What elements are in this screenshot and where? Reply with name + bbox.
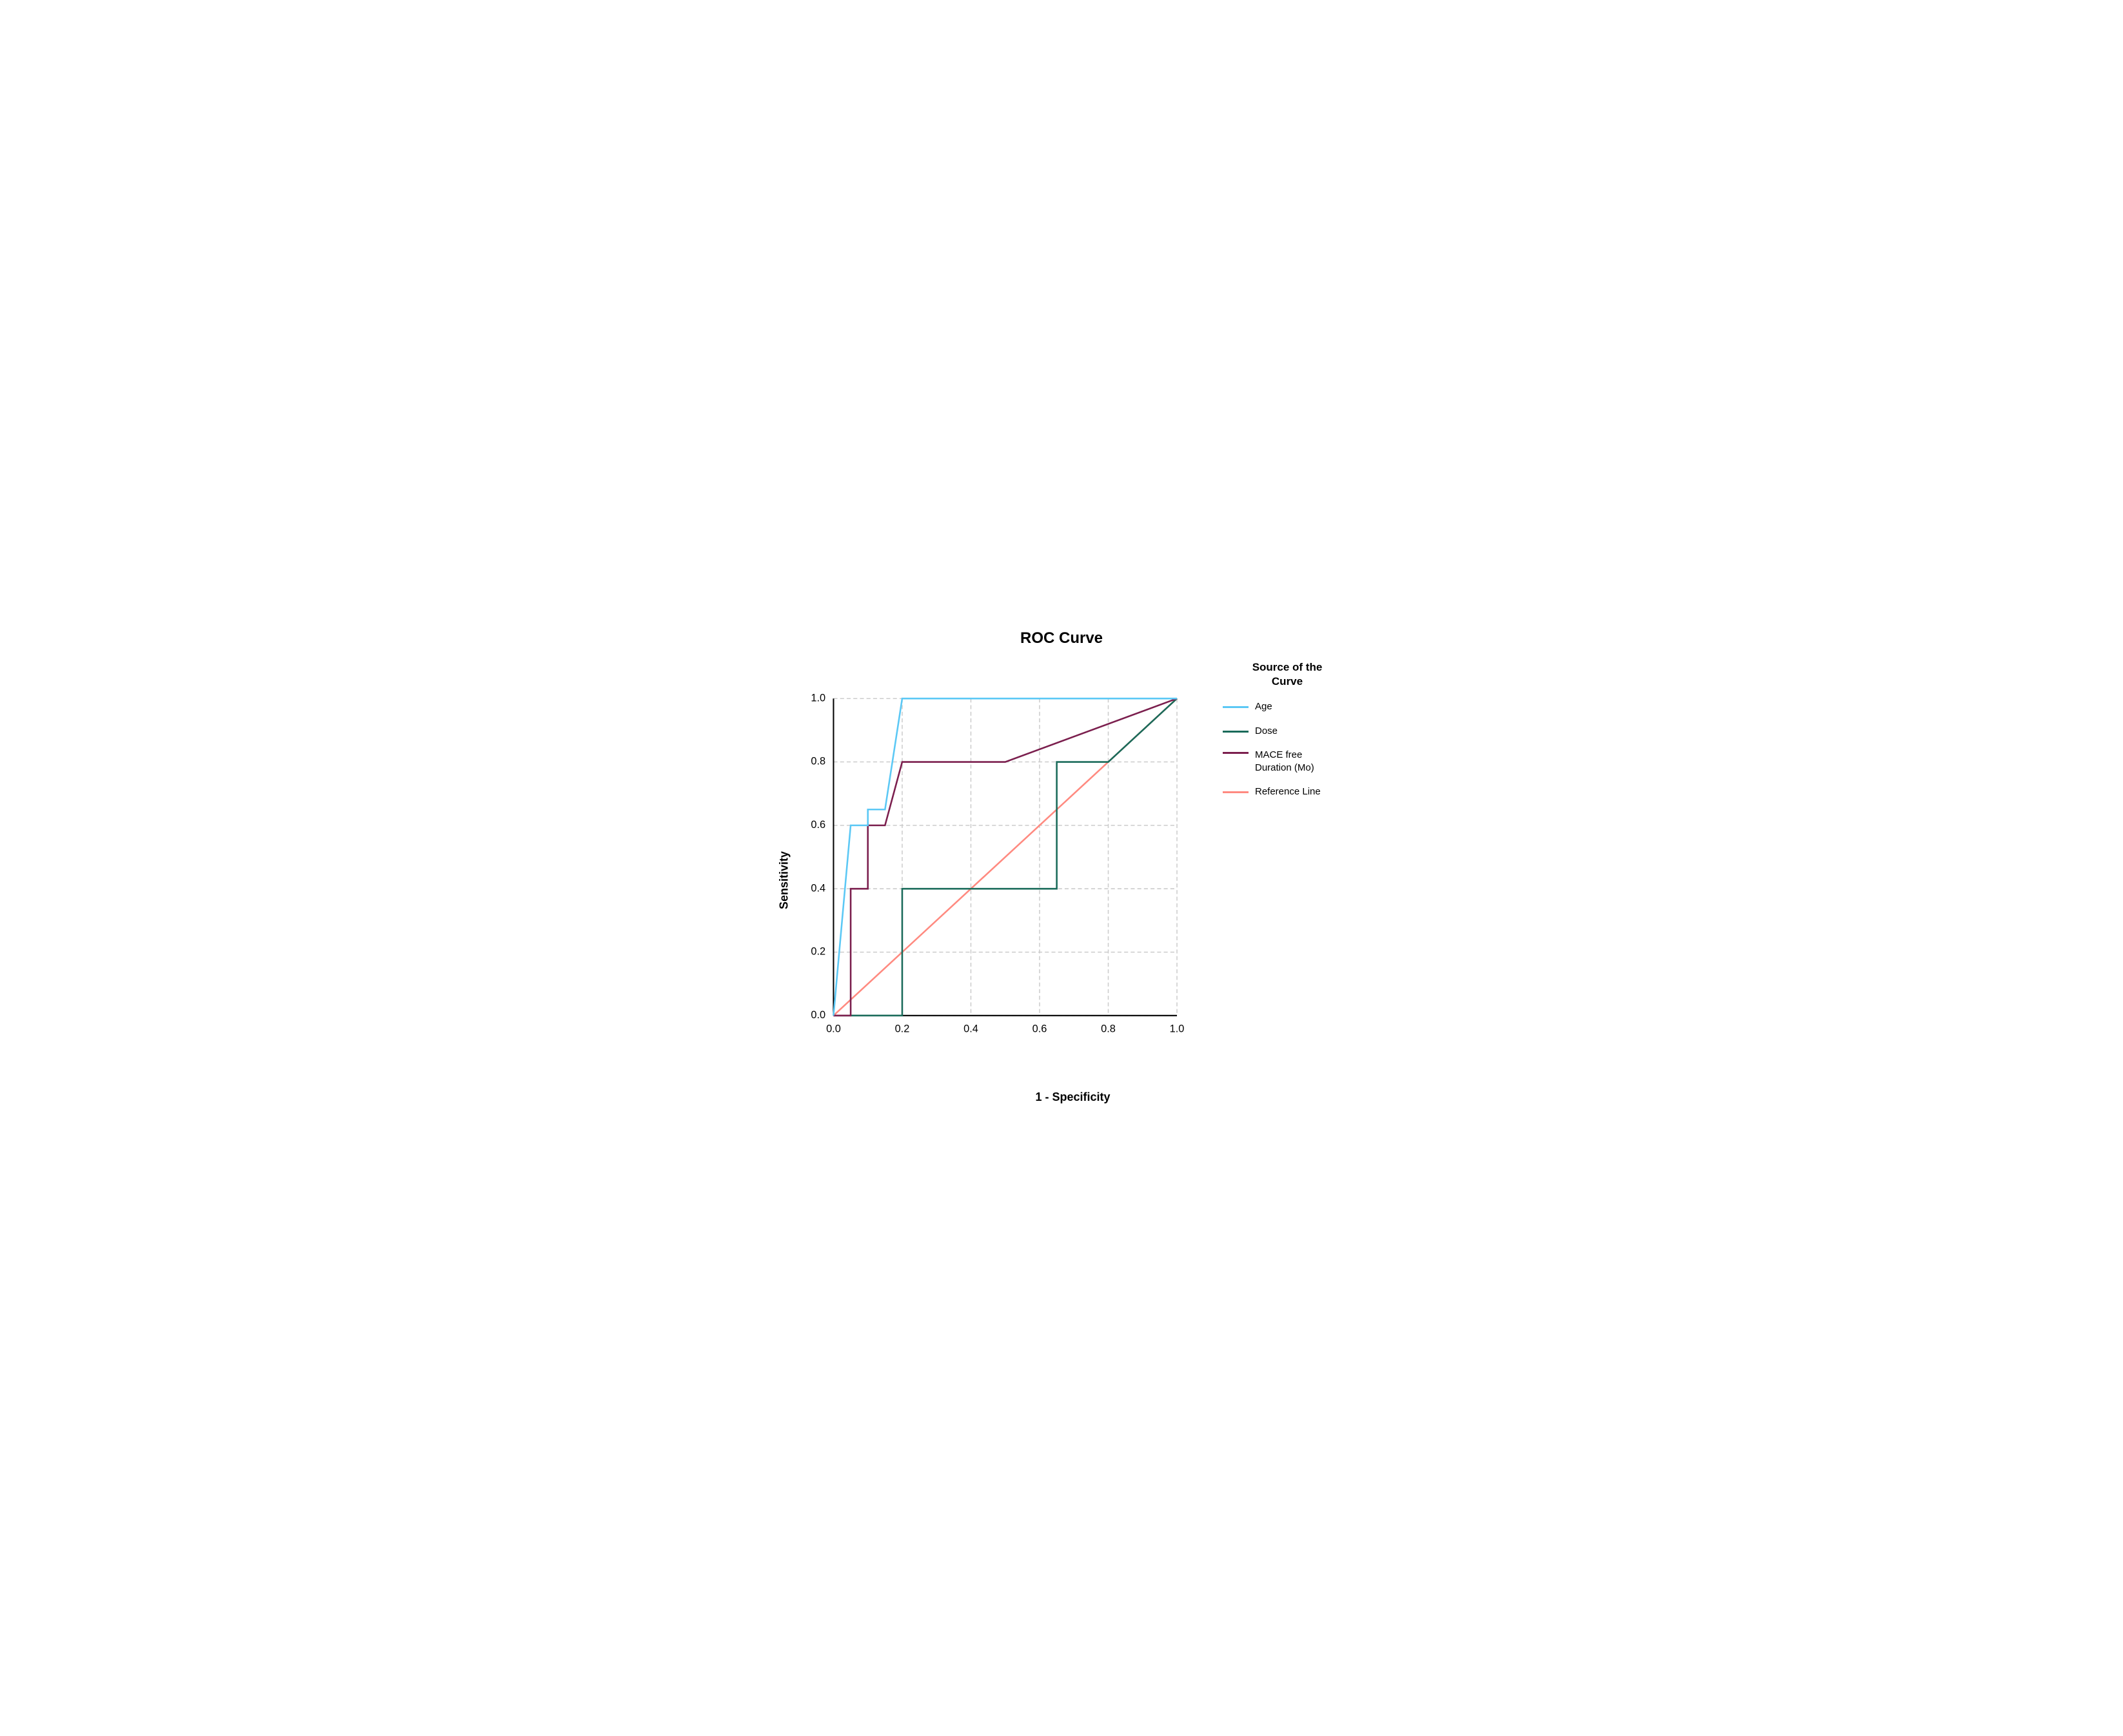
- chart-title: ROC Curve: [1020, 629, 1103, 647]
- legend-line-age: [1223, 706, 1249, 708]
- legend-line-dose: [1223, 731, 1249, 733]
- legend: Source of theCurve Age Dose MACE freeDur…: [1210, 654, 1352, 1087]
- svg-text:1.0: 1.0: [1170, 1023, 1185, 1034]
- svg-text:0.4: 0.4: [963, 1023, 978, 1034]
- chart-container: ROC Curve Sensitivity: [771, 629, 1352, 1107]
- chart-body: Sensitivity: [771, 654, 1352, 1107]
- svg-text:1.0: 1.0: [811, 692, 825, 704]
- svg-text:0.4: 0.4: [811, 882, 825, 894]
- legend-item-ref: Reference Line: [1223, 785, 1352, 798]
- legend-label-mace: MACE freeDuration (Mo): [1255, 749, 1314, 774]
- svg-text:0.2: 0.2: [811, 946, 825, 958]
- plot-area: 0.0 0.2 0.4 0.6 0.8 1.0 0.0 0.2 0.4 0.6 …: [794, 654, 1203, 1087]
- legend-title: Source of theCurve: [1223, 660, 1352, 689]
- chart-svg: 0.0 0.2 0.4 0.6 0.8 1.0 0.0 0.2 0.4 0.6 …: [794, 654, 1203, 1087]
- plot-and-legend: 0.0 0.2 0.4 0.6 0.8 1.0 0.0 0.2 0.4 0.6 …: [794, 654, 1352, 1087]
- legend-label-age: Age: [1255, 700, 1272, 713]
- chart-area-wrapper: 0.0 0.2 0.4 0.6 0.8 1.0 0.0 0.2 0.4 0.6 …: [794, 654, 1352, 1107]
- legend-label-ref: Reference Line: [1255, 785, 1321, 798]
- svg-text:0.8: 0.8: [811, 756, 825, 767]
- x-axis-label: 1 - Specificity: [794, 1090, 1352, 1107]
- legend-item-age: Age: [1223, 700, 1352, 713]
- svg-text:0.0: 0.0: [811, 1009, 825, 1021]
- legend-item-mace: MACE freeDuration (Mo): [1223, 749, 1352, 774]
- y-axis-label: Sensitivity: [775, 654, 794, 1107]
- legend-item-dose: Dose: [1223, 725, 1352, 738]
- svg-text:0.8: 0.8: [1101, 1023, 1116, 1034]
- legend-line-mace: [1223, 752, 1249, 754]
- svg-text:0.6: 0.6: [811, 819, 825, 831]
- svg-text:0.0: 0.0: [826, 1023, 841, 1034]
- legend-label-dose: Dose: [1255, 725, 1278, 738]
- legend-line-ref: [1223, 791, 1249, 793]
- svg-text:0.2: 0.2: [895, 1023, 910, 1034]
- svg-text:0.6: 0.6: [1032, 1023, 1047, 1034]
